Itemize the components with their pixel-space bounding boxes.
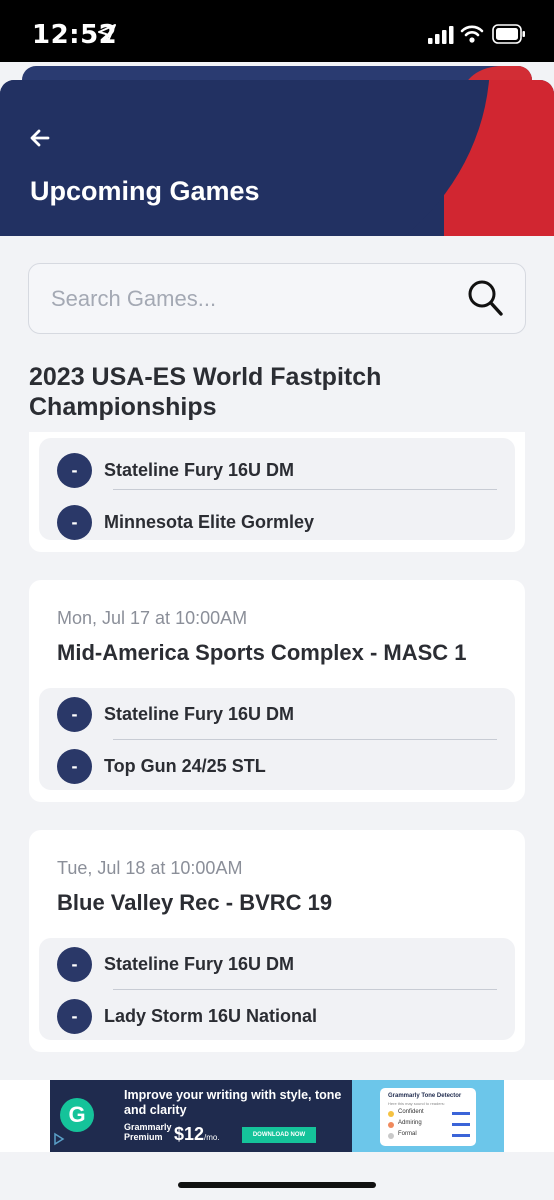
- location-arrow-icon: [98, 24, 116, 42]
- search-icon[interactable]: [467, 279, 503, 317]
- tone-meter: [452, 1112, 470, 1115]
- team-name: Stateline Fury 16U DM: [104, 703, 295, 724]
- tone-detector-card: Grammarly Tone Detector Here this may so…: [380, 1088, 476, 1146]
- header-banner: Upcoming Games: [0, 80, 554, 236]
- team-name: Stateline Fury 16U DM: [104, 459, 295, 480]
- team-name: Top Gun 24/25 STL: [104, 755, 266, 776]
- team-name: Minnesota Elite Gormley: [104, 511, 315, 532]
- divider: [113, 739, 497, 740]
- team-row: - Minnesota Elite Gormley: [57, 504, 314, 540]
- ad-choices-icon[interactable]: [52, 1132, 66, 1146]
- game-card[interactable]: - Stateline Fury 16U DM - Minnesota Elit…: [29, 432, 525, 552]
- ad-price: $12/mo.: [174, 1124, 220, 1144]
- emoji-icon: [388, 1133, 394, 1139]
- battery-icon: [492, 24, 525, 44]
- matchup-panel: - Stateline Fury 16U DM - Top Gun 24/25 …: [39, 688, 515, 790]
- team-badge: -: [57, 696, 92, 732]
- header: Upcoming Games: [0, 62, 554, 236]
- team-row: - Top Gun 24/25 STL: [57, 748, 266, 784]
- tone-meter: [452, 1134, 470, 1137]
- emoji-icon: [388, 1111, 394, 1117]
- page-title: Upcoming Games: [30, 176, 260, 206]
- divider: [113, 489, 497, 490]
- ad-headline: Improve your writing with style, tone an…: [124, 1088, 342, 1117]
- tone-label: Admiring: [398, 1120, 422, 1126]
- emoji-icon: [388, 1122, 394, 1128]
- ad-area: G Improve your writing with style, tone …: [0, 1080, 554, 1152]
- tone-subtitle: Here this may sound to readers:: [388, 1101, 445, 1106]
- matchup-panel: - Stateline Fury 16U DM - Minnesota Elit…: [39, 438, 515, 540]
- ad-brand: Grammarly Premium: [124, 1122, 172, 1142]
- team-name: Stateline Fury 16U DM: [104, 953, 295, 974]
- game-venue: Mid-America Sports Complex - MASC 1: [57, 640, 467, 665]
- download-now-button[interactable]: DOWNLOAD NOW: [242, 1127, 316, 1143]
- team-badge: -: [57, 452, 92, 488]
- team-row: - Lady Storm 16U National: [57, 998, 317, 1034]
- grammarly-logo: G: [60, 1098, 94, 1132]
- team-badge: -: [57, 946, 92, 982]
- game-datetime: Tue, Jul 18 at 10:00AM: [57, 858, 243, 878]
- wifi-icon: [460, 25, 484, 43]
- search-input[interactable]: [51, 282, 431, 316]
- game-card[interactable]: Mon, Jul 17 at 10:00AM Mid-America Sport…: [29, 580, 525, 802]
- matchup-panel: - Stateline Fury 16U DM - Lady Storm 16U…: [39, 938, 515, 1040]
- team-name: Lady Storm 16U National: [104, 1005, 318, 1026]
- event-title: 2023 USA-ES World Fastpitch Championship…: [29, 363, 382, 421]
- game-card[interactable]: Tue, Jul 18 at 10:00AM Blue Valley Rec -…: [29, 830, 525, 1052]
- home-indicator: [178, 1182, 376, 1188]
- status-bar: 12:52: [0, 0, 554, 70]
- tone-title: Grammarly Tone Detector: [388, 1093, 462, 1099]
- game-datetime: Mon, Jul 17 at 10:00AM: [57, 608, 248, 628]
- tone-label: Confident: [398, 1109, 424, 1115]
- team-badge: -: [57, 504, 92, 540]
- team-badge: -: [57, 998, 92, 1034]
- game-venue: Blue Valley Rec - BVRC 19: [57, 890, 333, 915]
- team-row: - Stateline Fury 16U DM: [57, 946, 294, 982]
- arrow-left-icon[interactable]: [28, 126, 52, 150]
- cellular-signal-icon: [428, 26, 454, 44]
- team-row: - Stateline Fury 16U DM: [57, 696, 294, 732]
- tone-label: Formal: [398, 1131, 417, 1137]
- divider: [113, 989, 497, 990]
- team-row: - Stateline Fury 16U DM: [57, 452, 294, 488]
- search-box: [28, 263, 526, 334]
- tone-meter: [452, 1123, 470, 1126]
- ad-banner[interactable]: G Improve your writing with style, tone …: [50, 1080, 504, 1152]
- team-badge: -: [57, 748, 92, 784]
